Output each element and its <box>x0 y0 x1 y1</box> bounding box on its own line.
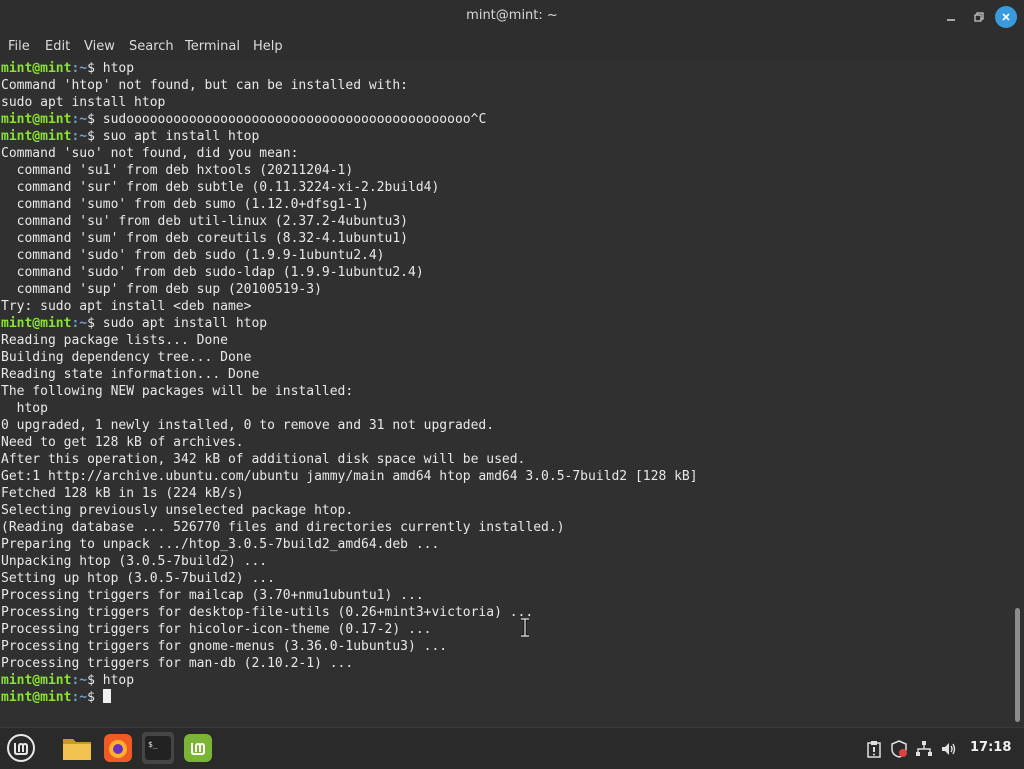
terminal-line: Preparing to unpack .../htop_3.0.5-7buil… <box>1 537 440 552</box>
menu-file[interactable]: File <box>8 39 30 54</box>
text-cursor-icon <box>521 618 529 637</box>
minimize-icon <box>947 19 955 21</box>
prompt-path: :~ <box>71 61 88 76</box>
prompt-path: :~ <box>71 673 88 688</box>
menu-search[interactable]: Search <box>129 39 174 54</box>
window-titlebar[interactable]: mint@mint: ~ <box>0 0 1024 34</box>
menu-view[interactable]: View <box>84 39 115 54</box>
menu-bar: File Edit View Search Terminal Help <box>0 34 1024 60</box>
firefox-icon[interactable] <box>103 733 133 763</box>
terminal-line: (Reading database ... 526770 files and d… <box>1 520 565 535</box>
terminal-line: Try: sudo apt install <deb name> <box>1 299 252 314</box>
command-text: $ sudooooooooooooooooooooooooooooooooooo… <box>87 112 487 127</box>
prompt-user: mint@mint <box>1 316 72 331</box>
terminal-line: Reading package lists... Done <box>1 333 228 348</box>
terminal-line: command 'sumo' from deb sumo (1.12.0+dfs… <box>1 197 369 212</box>
terminal-line: Selecting previously unselected package … <box>1 503 354 518</box>
menu-help[interactable]: Help <box>253 39 283 54</box>
terminal-line: Get:1 http://archive.ubuntu.com/ubuntu j… <box>1 469 698 484</box>
terminal-line: sudo apt install htop <box>1 95 166 110</box>
restore-icon <box>974 12 984 22</box>
terminal-line: command 'sum' from deb coreutils (8.32-4… <box>1 231 408 246</box>
terminal-line: Fetched 128 kB in 1s (224 kB/s) <box>1 486 244 501</box>
terminal-line: Reading state information... Done <box>1 367 260 382</box>
shield-icon[interactable] <box>890 740 908 762</box>
terminal-line: command 'sudo' from deb sudo-ldap (1.9.9… <box>1 265 424 280</box>
prompt-user: mint@mint <box>1 690 72 705</box>
terminal-line: Processing triggers for hicolor-icon-the… <box>1 622 432 637</box>
prompt-path: :~ <box>71 112 88 127</box>
clock[interactable]: 17:18 <box>970 740 1011 755</box>
terminal-line: command 'su' from deb util-linux (2.37.2… <box>1 214 408 229</box>
prompt-user: mint@mint <box>1 129 72 144</box>
terminal-line: After this operation, 342 kB of addition… <box>1 452 526 467</box>
menu-edit[interactable]: Edit <box>45 39 70 54</box>
terminal-line: Processing triggers for mailcap (3.70+nm… <box>1 588 424 603</box>
command-text: $ htop <box>87 673 135 688</box>
prompt-user: mint@mint <box>1 112 72 127</box>
close-icon <box>1002 13 1010 21</box>
folder-icon[interactable] <box>62 733 92 763</box>
terminal-icon[interactable]: $_ <box>142 732 174 764</box>
terminal-line: mint@mint:~$ <box>0 689 1012 706</box>
network-icon[interactable] <box>915 740 933 762</box>
terminal-line: Processing triggers for man-db (2.10.2-1… <box>1 656 354 671</box>
menu-terminal[interactable]: Terminal <box>185 39 240 54</box>
terminal-line: Need to get 128 kB of archives. <box>1 435 244 450</box>
prompt-path: :~ <box>71 316 88 331</box>
terminal-line: command 'sup' from deb sup (20100519-3) <box>1 282 322 297</box>
prompt-path: :~ <box>71 129 88 144</box>
terminal-line: mint@mint:~$ sudo apt install htop <box>0 315 1012 332</box>
taskbar: $_ 17:18 <box>0 727 1024 769</box>
terminal-line: command 'sur' from deb subtle (0.11.3224… <box>1 180 440 195</box>
terminal-line: Setting up htop (3.0.5-7build2) ... <box>1 571 275 586</box>
terminal-line: command 'sudo' from deb sudo (1.9.9-1ubu… <box>1 248 385 263</box>
mintupdate-icon[interactable] <box>183 733 213 763</box>
terminal-line: 0 upgraded, 1 newly installed, 0 to remo… <box>1 418 495 433</box>
command-text: $ <box>87 690 103 705</box>
prompt-path: :~ <box>71 690 88 705</box>
scrollbar-thumb[interactable] <box>1015 608 1020 722</box>
terminal-line: mint@mint:~$ htop <box>0 60 1012 77</box>
terminal-line: Command 'suo' not found, did you mean: <box>1 146 299 161</box>
terminal-line: Processing triggers for desktop-file-uti… <box>1 605 534 620</box>
terminal-line: Processing triggers for gnome-menus (3.3… <box>1 639 448 654</box>
terminal-line: mint@mint:~$ suo apt install htop <box>0 128 1012 145</box>
volume-icon[interactable] <box>940 740 958 762</box>
terminal-output[interactable]: mint@mint:~$ htop Command 'htop' not foun… <box>0 60 1012 727</box>
maximize-button[interactable] <box>968 6 990 28</box>
terminal-line: Unpacking htop (3.0.5-7build2) ... <box>1 554 268 569</box>
minimize-button[interactable] <box>940 6 962 28</box>
terminal-line: mint@mint:~$ sudoooooooooooooooooooooooo… <box>0 111 1012 128</box>
terminal-line: htop <box>1 401 48 416</box>
close-button[interactable] <box>995 6 1017 28</box>
window-title: mint@mint: ~ <box>466 8 558 23</box>
terminal-line: mint@mint:~$ htop <box>0 672 1012 689</box>
command-text: $ sudo apt install htop <box>87 316 268 331</box>
terminal-cursor <box>102 689 111 703</box>
command-text: $ suo apt install htop <box>87 129 260 144</box>
terminal-line: Building dependency tree... Done <box>1 350 252 365</box>
clipboard-icon[interactable] <box>865 740 883 762</box>
svg-text:$_: $_ <box>148 740 158 749</box>
terminal-line: Command 'htop' not found, but can be ins… <box>1 78 408 93</box>
menu-icon[interactable] <box>6 733 36 763</box>
command-text: $ htop <box>87 61 135 76</box>
prompt-user: mint@mint <box>1 673 72 688</box>
terminal-line: command 'su1' from deb hxtools (20211204… <box>1 163 354 178</box>
terminal-scrollbar[interactable] <box>1012 60 1024 727</box>
prompt-user: mint@mint <box>1 61 72 76</box>
terminal-line: The following NEW packages will be insta… <box>1 384 354 399</box>
